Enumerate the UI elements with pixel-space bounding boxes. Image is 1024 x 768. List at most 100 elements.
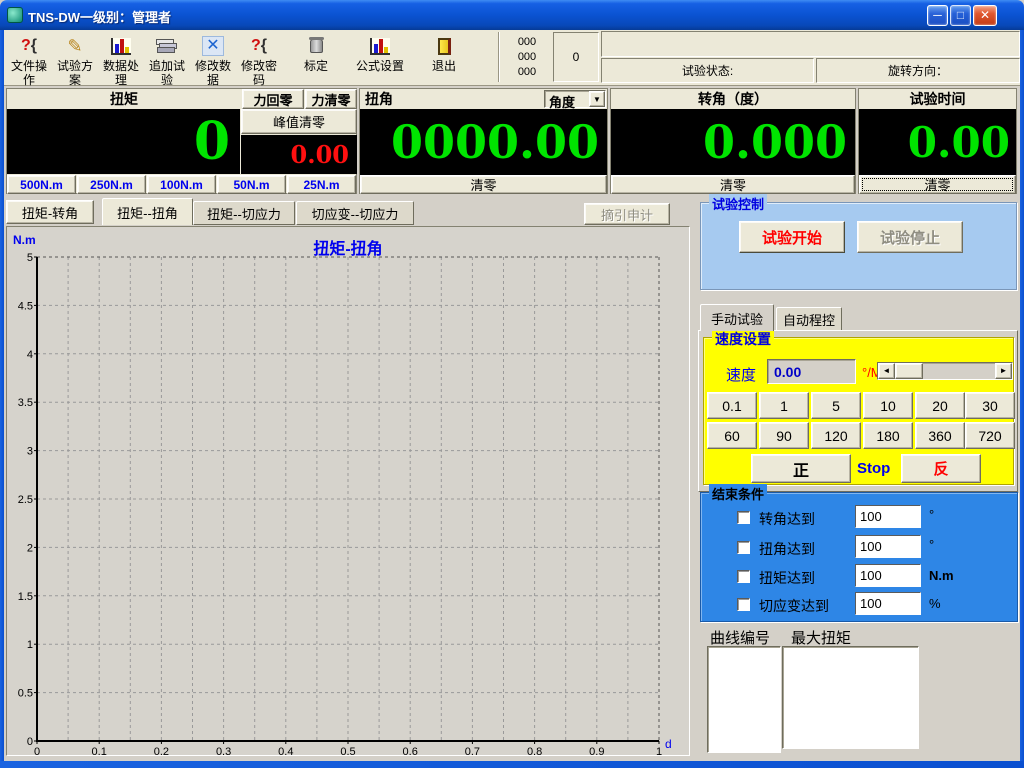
- range-250-button[interactable]: 250N.m: [77, 175, 146, 194]
- preset-10-button[interactable]: 10: [863, 392, 913, 419]
- scrollbar-thumb[interactable]: [895, 363, 923, 379]
- maximize-icon: □: [957, 8, 964, 22]
- toolbar-item-exit[interactable]: 退出: [422, 33, 466, 83]
- torque-reached-checkbox[interactable]: [737, 570, 750, 583]
- svg-text:4: 4: [27, 349, 33, 361]
- preset-30-button[interactable]: 30: [965, 392, 1015, 419]
- twist-reached-input[interactable]: [855, 535, 921, 558]
- help-brace-icon: ?{: [6, 33, 52, 59]
- preset-5-button[interactable]: 5: [811, 392, 861, 419]
- shear-strain-reached-checkbox[interactable]: [737, 598, 750, 611]
- minimize-button[interactable]: ─: [927, 5, 948, 26]
- svg-text:3.5: 3.5: [18, 397, 33, 409]
- toolbar-item-edit-data[interactable]: ✕ 修改数据: [190, 33, 236, 83]
- chevron-down-icon[interactable]: ▼: [589, 91, 605, 107]
- window-border-bottom: [0, 761, 1024, 768]
- twist-clear-button[interactable]: 清零: [360, 175, 607, 194]
- svg-text:0.5: 0.5: [340, 746, 355, 755]
- tab-torque-rotation[interactable]: 扭矩-转角: [6, 200, 94, 224]
- range-100-button[interactable]: 100N.m: [147, 175, 216, 194]
- toolbar-item-append-test[interactable]: 追加试验: [144, 33, 190, 83]
- forward-button[interactable]: 正: [751, 454, 851, 483]
- speed-settings-label: 速度设置: [712, 329, 774, 349]
- twist-reached-checkbox[interactable]: [737, 541, 750, 554]
- app-icon: [7, 7, 23, 23]
- svg-text:2: 2: [27, 542, 33, 554]
- preset-720-button[interactable]: 720: [965, 422, 1015, 449]
- toolbar-item-calibration[interactable]: 标定: [296, 33, 336, 83]
- svg-text:1.5: 1.5: [18, 591, 33, 603]
- title-bar: TNS-DW一级别：管理者 ─ □ ✕: [0, 0, 1024, 30]
- speed-input[interactable]: [767, 359, 856, 384]
- test-control-label: 试验控制: [709, 194, 767, 213]
- peak-value-display: 0.00: [241, 135, 357, 174]
- pen-icon: ✎: [52, 33, 98, 59]
- extensometer-button[interactable]: 摘引申计: [584, 203, 670, 225]
- toolbar-item-data-processing[interactable]: 数据处理: [98, 33, 144, 83]
- peak-clear-button[interactable]: 峰值清零: [241, 109, 357, 134]
- max-torque-listbox[interactable]: [782, 646, 919, 749]
- preset-120-button[interactable]: 120: [811, 422, 861, 449]
- toolbar-item-test-plan[interactable]: ✎ 试验方案: [52, 33, 98, 83]
- test-stop-button[interactable]: 试验停止: [857, 221, 963, 253]
- counter-readout: 000 000 000: [504, 35, 550, 80]
- toolbar-separator: [498, 32, 500, 82]
- test-time-panel: 试验时间 0.00 清零: [858, 88, 1017, 194]
- max-torque-label: 最大扭矩: [791, 627, 851, 648]
- blue-x-icon: ✕: [190, 33, 236, 59]
- force-return-zero-button[interactable]: 力回零: [242, 89, 304, 109]
- window-border-right: [1020, 30, 1024, 768]
- toolbar-item-change-password[interactable]: ?{ 修改密码: [236, 33, 282, 83]
- svg-text:0.9: 0.9: [589, 746, 604, 755]
- condition-row: 切应变达到 %: [701, 592, 1019, 618]
- svg-text:0.4: 0.4: [278, 746, 293, 755]
- stop-status-text: Stop: [857, 460, 890, 477]
- preset-20-button[interactable]: 20: [915, 392, 965, 419]
- test-time-value-display: 0.00: [859, 109, 1016, 175]
- counter-value-box: 0: [553, 32, 599, 82]
- range-25-button[interactable]: 25N.m: [287, 175, 356, 194]
- scrollbar-right-arrow-icon[interactable]: ►: [995, 363, 1012, 379]
- preset-1-button[interactable]: 1: [759, 392, 809, 419]
- tab-shear-strain-stress[interactable]: 切应变--切应力: [296, 201, 414, 225]
- reverse-button[interactable]: 反: [901, 454, 981, 483]
- preset-60-button[interactable]: 60: [707, 422, 757, 449]
- rotation-reached-input[interactable]: [855, 505, 921, 528]
- close-button[interactable]: ✕: [973, 5, 997, 26]
- curve-number-listbox[interactable]: [707, 646, 781, 753]
- torque-reached-input[interactable]: [855, 564, 921, 587]
- range-500-button[interactable]: 500N.m: [7, 175, 76, 194]
- speed-scrollbar[interactable]: ◄ ►: [877, 362, 1013, 380]
- tab-manual-test[interactable]: 手动试验: [700, 304, 774, 331]
- angle-mode-dropdown[interactable]: 角度 ▼: [544, 90, 606, 108]
- tab-auto-program[interactable]: 自动程控: [776, 307, 842, 331]
- rotation-title: 转角（度）: [611, 89, 855, 109]
- scrollbar-left-arrow-icon[interactable]: ◄: [878, 363, 895, 379]
- curve-number-label: 曲线编号: [710, 627, 770, 648]
- preset-0p1-button[interactable]: 0.1: [707, 392, 757, 419]
- preset-90-button[interactable]: 90: [759, 422, 809, 449]
- twist-angle-panel: 扭角 角度 ▼ 0000.00 清零: [359, 88, 608, 194]
- exit-door-icon: [422, 33, 466, 59]
- toolbar-item-formula-settings[interactable]: 公式设置: [352, 33, 408, 83]
- test-start-button[interactable]: 试验开始: [739, 221, 845, 253]
- test-control-group: 试验控制 试验开始 试验停止: [700, 202, 1017, 290]
- preset-180-button[interactable]: 180: [863, 422, 913, 449]
- tab-torque-twist[interactable]: 扭矩--扭角: [102, 198, 193, 225]
- rotation-clear-button[interactable]: 清零: [611, 175, 855, 194]
- rotation-reached-checkbox[interactable]: [737, 511, 750, 524]
- svg-text:0.2: 0.2: [154, 746, 169, 755]
- maximize-button[interactable]: □: [950, 5, 971, 26]
- test-status-box: 试验状态:: [601, 58, 814, 83]
- bar-chart-icon: [98, 33, 144, 59]
- svg-text:0.5: 0.5: [18, 688, 33, 700]
- preset-360-button[interactable]: 360: [915, 422, 965, 449]
- toolbar-item-file-ops[interactable]: ?{ 文件操作: [6, 33, 52, 83]
- svg-text:1: 1: [656, 746, 662, 755]
- tab-torque-shear-stress[interactable]: 扭矩--切应力: [193, 201, 295, 225]
- svg-text:0.7: 0.7: [465, 746, 480, 755]
- force-clear-button[interactable]: 力清零: [305, 89, 357, 109]
- shear-strain-reached-input[interactable]: [855, 592, 921, 615]
- time-clear-button[interactable]: 清零: [859, 175, 1016, 194]
- range-50-button[interactable]: 50N.m: [217, 175, 286, 194]
